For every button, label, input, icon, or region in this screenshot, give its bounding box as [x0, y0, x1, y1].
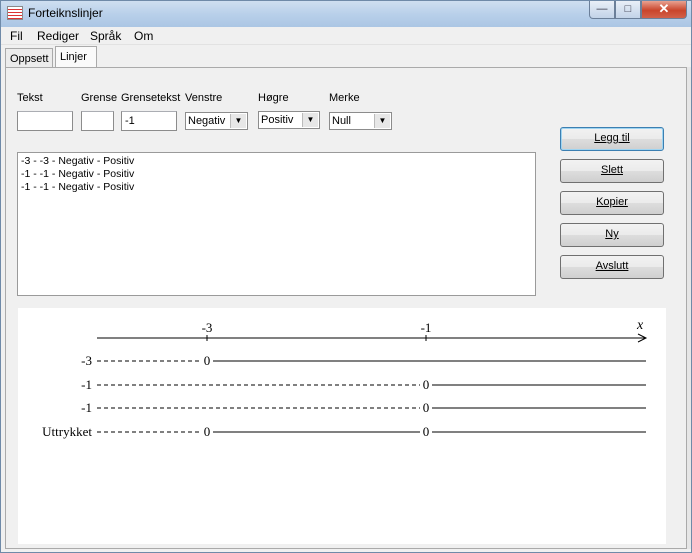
sign-chart-area: x -3 -1 -3 0 -1 0 -1 0 Uttrykket 0 0 [18, 308, 666, 544]
hogre-label: Høgre [258, 92, 289, 104]
list-item[interactable]: -1 - -1 - Negativ - Positiv [21, 181, 532, 194]
tab-oppsett[interactable]: Oppsett [5, 48, 53, 68]
zero-marker: 0 [423, 377, 430, 392]
venstre-select[interactable]: Negativ ▼ [185, 112, 248, 130]
zero-marker: 0 [423, 400, 430, 415]
lines-listbox[interactable]: -3 - -3 - Negativ - Positiv -1 - -1 - Ne… [17, 152, 536, 296]
row-label-expression: Uttrykket [42, 424, 92, 439]
tekst-label: Tekst [17, 92, 43, 104]
avslutt-button[interactable]: Avslutt [560, 255, 664, 279]
hogre-select[interactable]: Positiv ▼ [258, 111, 320, 129]
menu-bar: Fil Rediger Språk Om [1, 27, 691, 45]
tab-linjer[interactable]: Linjer [55, 46, 97, 68]
minimize-button[interactable]: — [589, 1, 615, 19]
axis-tick-label: -3 [202, 320, 213, 335]
legg-til-button[interactable]: Legg til [560, 127, 664, 151]
tekst-input[interactable] [17, 111, 73, 131]
ny-button[interactable]: Ny [560, 223, 664, 247]
close-button[interactable]: ✕ [641, 1, 687, 19]
tab-strip: Oppsett Linjer [1, 46, 691, 68]
row-label: -3 [81, 353, 92, 368]
grensetekst-label: Grensetekst [121, 92, 181, 104]
hogre-value: Positiv [261, 114, 294, 126]
menu-sprak[interactable]: Språk [90, 29, 121, 43]
grense-input[interactable] [81, 111, 114, 131]
linjer-panel: Tekst Grense Grensetekst Venstre Høgre M… [5, 67, 687, 549]
row-label: -1 [81, 377, 92, 392]
merke-value: Null [332, 115, 351, 127]
app-window: Forteiknslinjer — □ ✕ Fil Rediger Språk … [0, 0, 692, 553]
list-item[interactable]: -3 - -3 - Negativ - Positiv [21, 155, 532, 168]
window-title: Forteiknslinjer [28, 6, 103, 20]
menu-fil[interactable]: Fil [10, 29, 23, 43]
window-edge [687, 67, 691, 549]
axis-variable-label: x [636, 318, 644, 333]
title-bar[interactable]: Forteiknslinjer — □ ✕ [1, 1, 691, 27]
row-label: -1 [81, 400, 92, 415]
axis-tick-label: -1 [421, 320, 432, 335]
chevron-down-icon[interactable]: ▼ [230, 114, 246, 128]
zero-marker: 0 [204, 424, 211, 439]
app-icon [7, 6, 23, 20]
zero-marker: 0 [204, 353, 211, 368]
sign-chart: x -3 -1 -3 0 -1 0 -1 0 Uttrykket 0 0 [42, 318, 648, 439]
zero-marker: 0 [423, 424, 430, 439]
menu-rediger[interactable]: Rediger [37, 29, 79, 43]
chevron-down-icon[interactable]: ▼ [374, 114, 390, 128]
venstre-label: Venstre [185, 92, 223, 104]
venstre-value: Negativ [188, 115, 226, 127]
grense-label: Grense [81, 92, 118, 104]
merke-label: Merke [329, 92, 360, 104]
merke-select[interactable]: Null ▼ [329, 112, 392, 130]
slett-button[interactable]: Slett [560, 159, 664, 183]
chevron-down-icon[interactable]: ▼ [302, 113, 318, 127]
maximize-button[interactable]: □ [615, 1, 641, 19]
grensetekst-input[interactable]: -1 [121, 111, 177, 131]
kopier-button[interactable]: Kopier [560, 191, 664, 215]
menu-om[interactable]: Om [134, 29, 153, 43]
list-item[interactable]: -1 - -1 - Negativ - Positiv [21, 168, 532, 181]
